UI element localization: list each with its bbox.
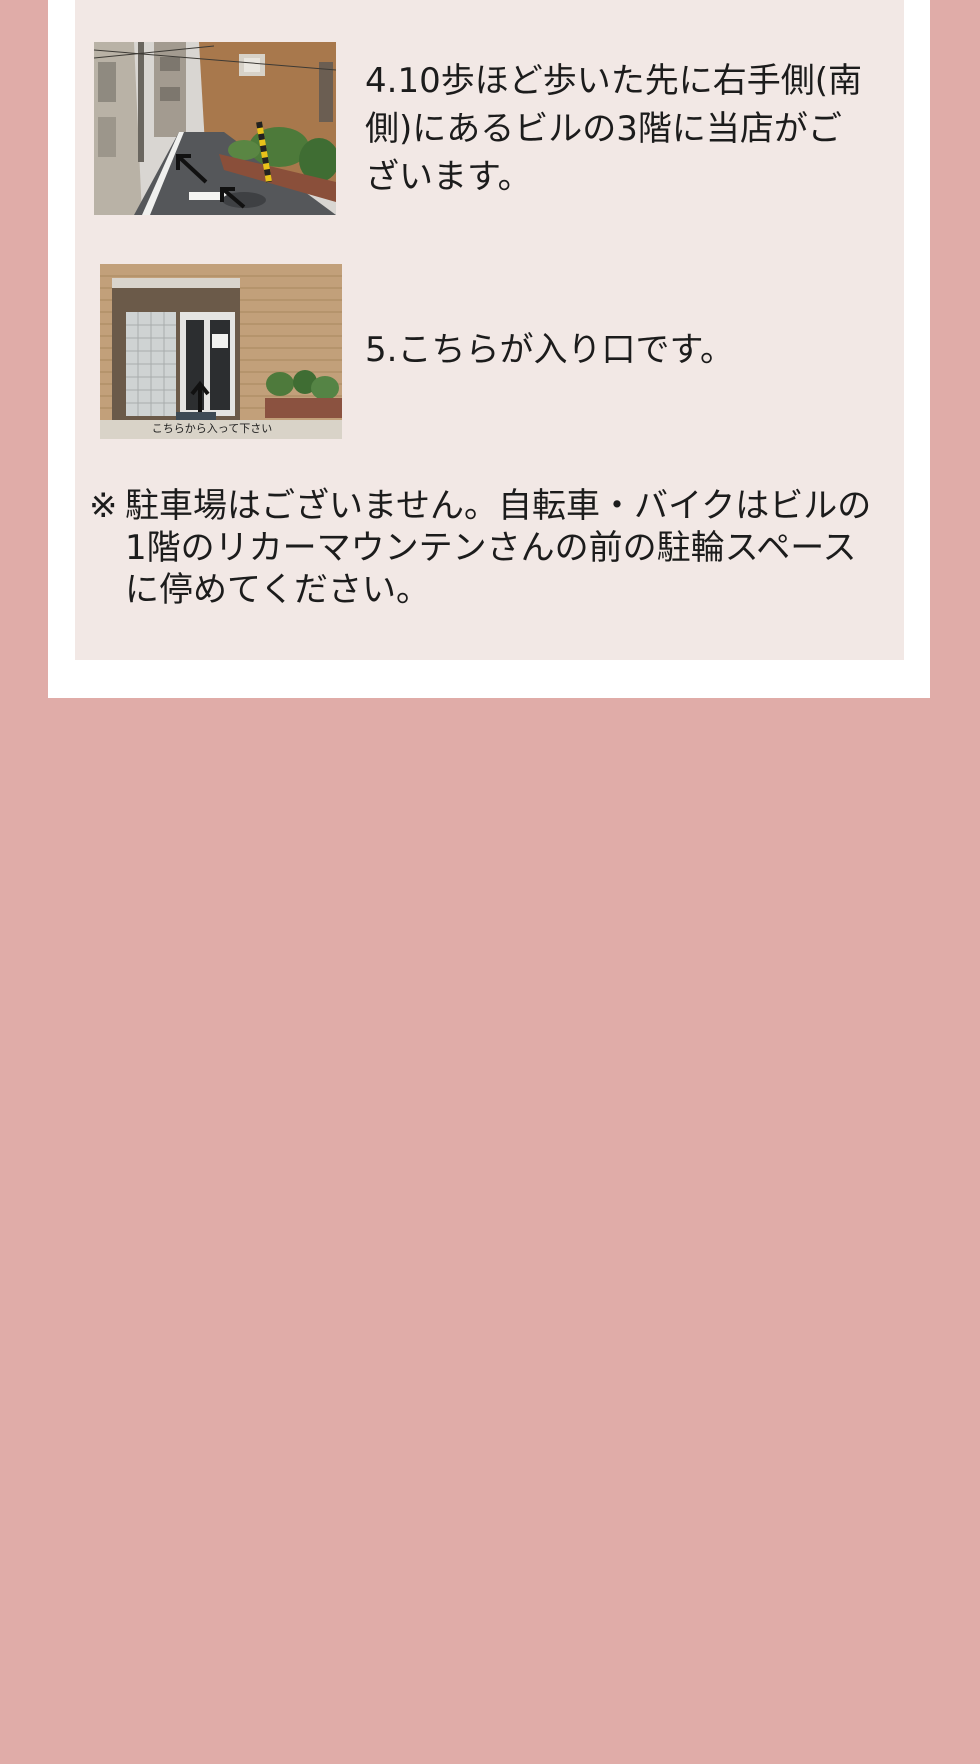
- note-mark: ※: [89, 486, 118, 526]
- direction-step-5: こちらから入って下さい 5.こちらが入り口です。: [75, 262, 904, 442]
- building-entrance-photo: こちらから入って下さい: [100, 264, 342, 439]
- direction-step-4-text: 4.10歩ほど歩いた先に右手側(南側)にあるビルの3階に当店がございます。: [365, 61, 862, 197]
- parking-note-text: 駐車場はございません。自転車・バイクはビルの1階のリカーマウンテンさんの前の駐輪…: [125, 486, 872, 610]
- street-with-arrows-photo: [94, 42, 336, 215]
- direction-step-4: 4.10歩ほど歩いた先に右手側(南側)にあるビルの3階に当店がございます。: [75, 40, 904, 220]
- access-directions-panel: 4.10歩ほど歩いた先に右手側(南側)にあるビルの3階に当店がございます。 こち…: [75, 0, 904, 660]
- direction-step-5-text: 5.こちらが入り口です。: [365, 330, 735, 370]
- content-card: 4.10歩ほど歩いた先に右手側(南側)にあるビルの3階に当店がございます。 こち…: [48, 0, 930, 698]
- entrance-photo-caption: こちらから入って下さい: [152, 422, 272, 435]
- parking-note: ※ 駐車場はございません。自転車・バイクはビルの1階のリカーマウンテンさんの前の…: [89, 485, 889, 611]
